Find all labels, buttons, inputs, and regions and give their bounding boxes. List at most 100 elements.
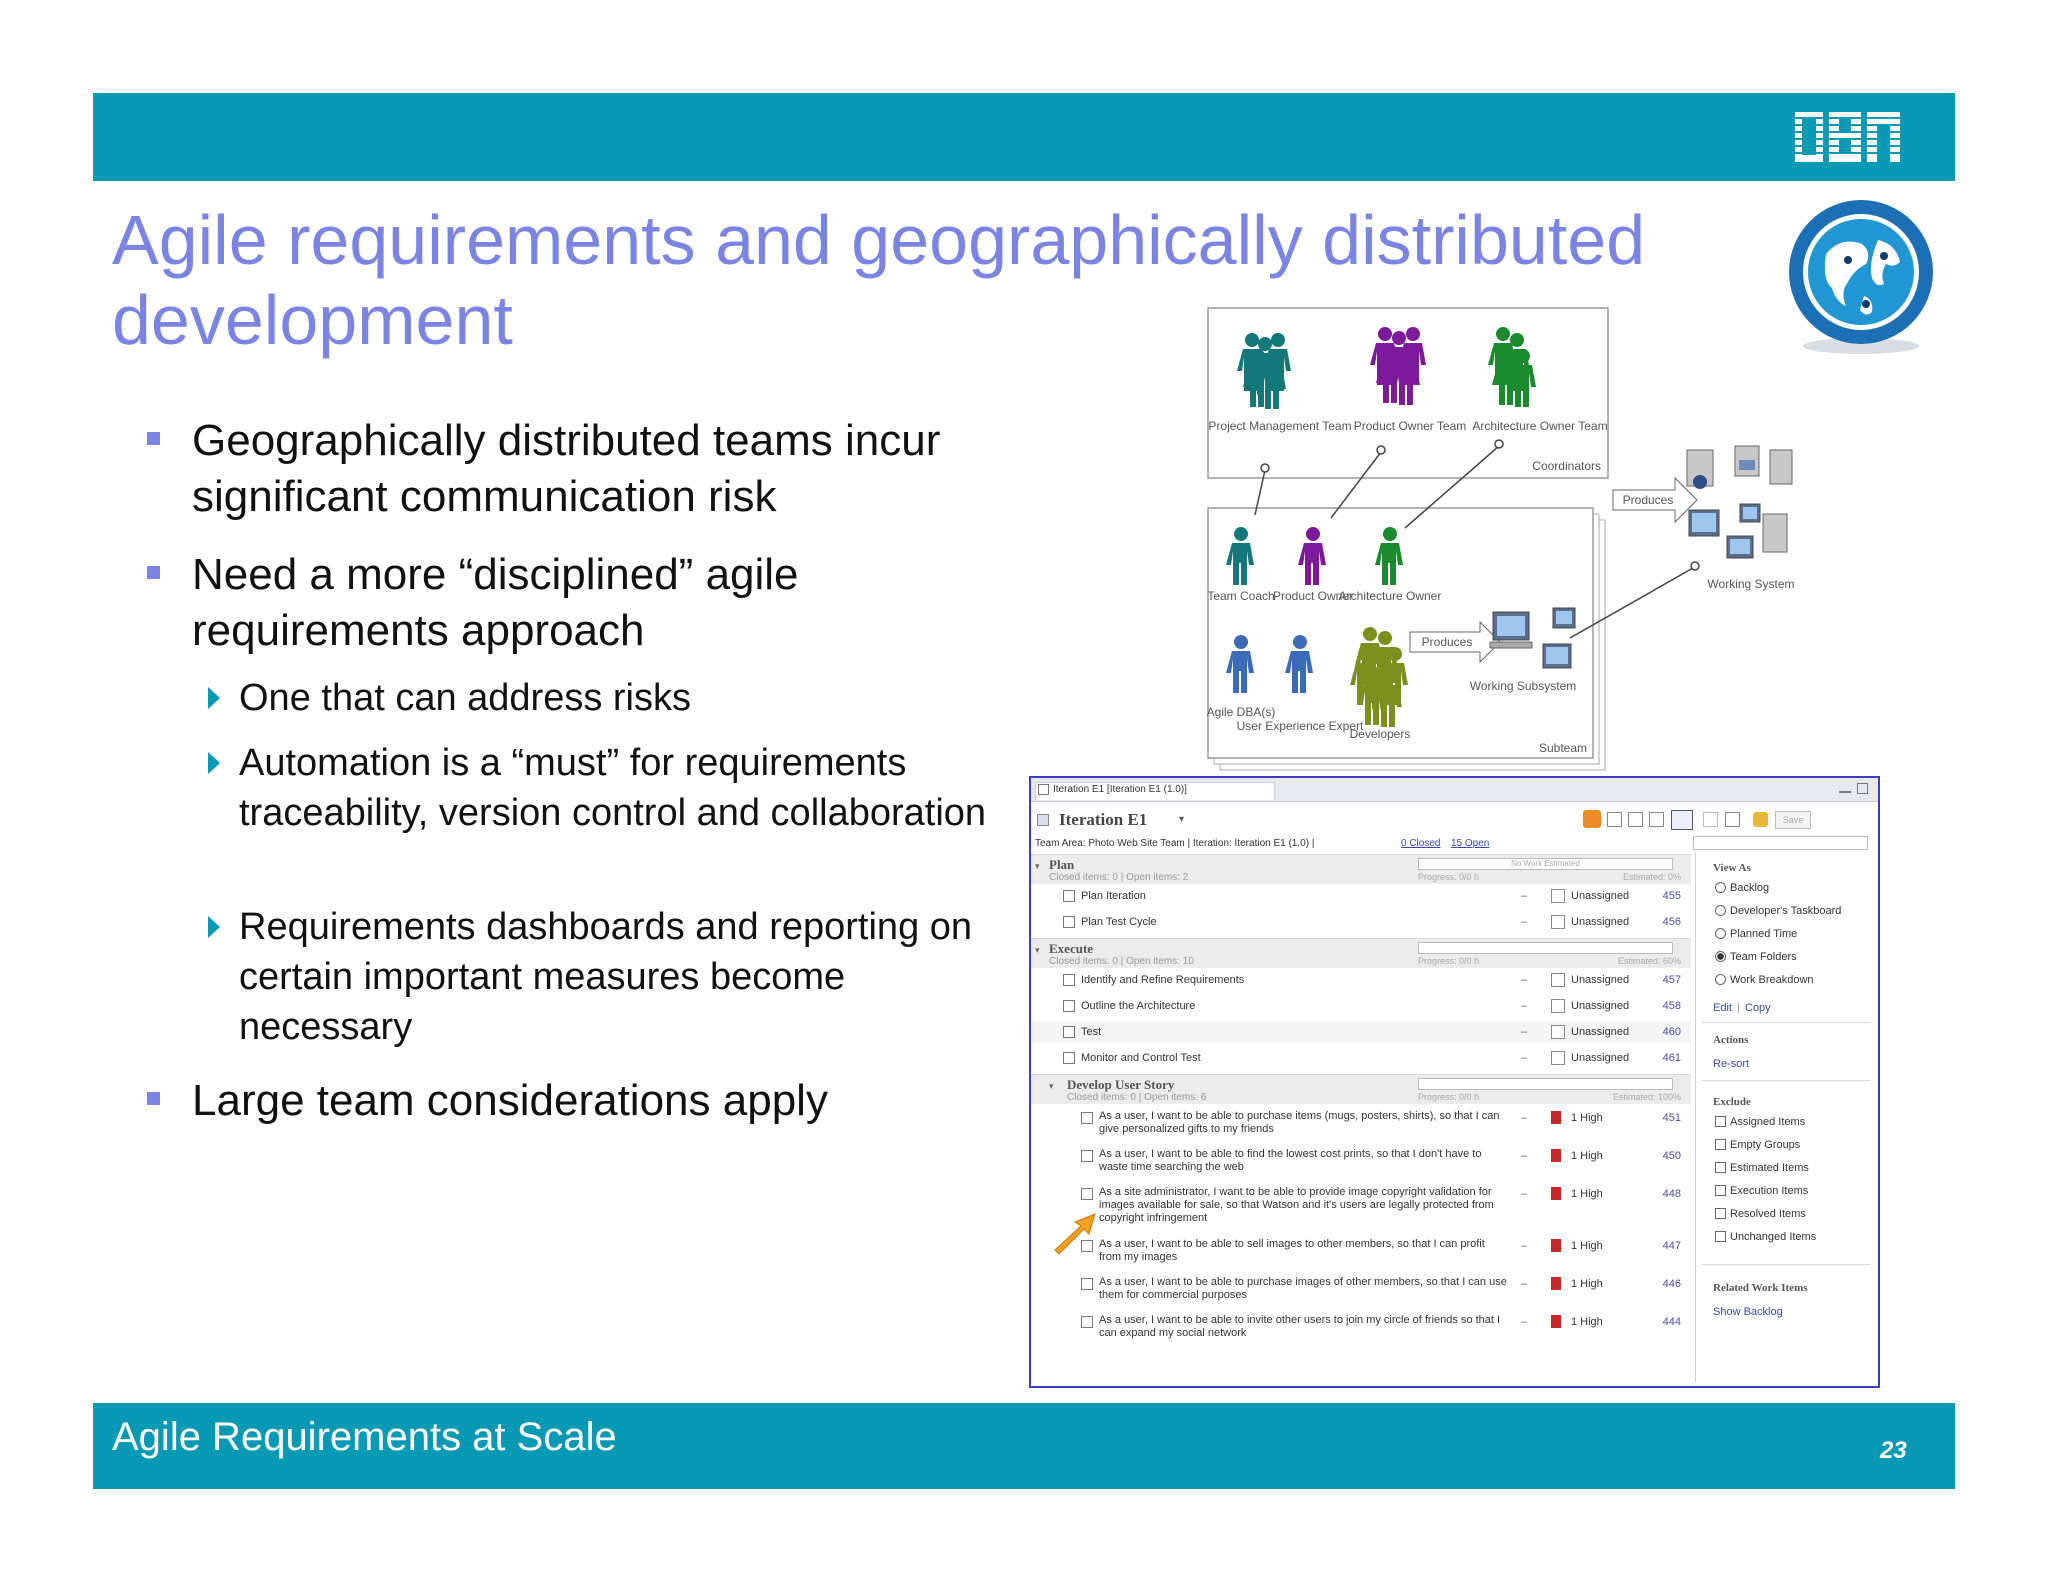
- item-summary[interactable]: Plan Test Cycle: [1081, 916, 1501, 929]
- collapse-all-icon[interactable]: [1607, 812, 1622, 827]
- item-summary[interactable]: Monitor and Control Test: [1081, 1052, 1501, 1065]
- item-summary[interactable]: As a user, I want to be able to sell ima…: [1099, 1238, 1509, 1264]
- view-option-team-folders[interactable]: Team Folders: [1715, 951, 1797, 963]
- view-option-planned-time[interactable]: Planned Time: [1715, 928, 1797, 940]
- expand-all-icon[interactable]: [1628, 812, 1643, 827]
- collapse-arrow-icon[interactable]: ▾: [1035, 945, 1040, 956]
- exclude-assigned[interactable]: Assigned Items: [1715, 1116, 1805, 1128]
- item-dash: –: [1521, 1150, 1528, 1162]
- work-item-row[interactable]: Monitor and Control Test – Unassigned 46…: [1031, 1048, 1691, 1068]
- developers-label: Developers: [1350, 727, 1411, 741]
- checkbox-icon[interactable]: [1715, 1116, 1726, 1127]
- option-label: Team Folders: [1730, 951, 1797, 963]
- edit-view-link[interactable]: Edit: [1713, 1002, 1732, 1014]
- item-dash: –: [1521, 1052, 1528, 1064]
- radio-icon[interactable]: [1715, 905, 1726, 916]
- checkbox-icon[interactable]: [1715, 1162, 1726, 1173]
- option-label: Empty Groups: [1730, 1139, 1801, 1151]
- exclude-unchanged[interactable]: Unchanged Items: [1715, 1231, 1816, 1243]
- checkbox-icon[interactable]: [1715, 1185, 1726, 1196]
- story-row[interactable]: As a user, I want to be able to sell ima…: [1031, 1236, 1691, 1272]
- minimize-icon[interactable]: [1839, 783, 1851, 793]
- team-area-info: Team Area: Photo Web Site Team | Iterati…: [1035, 838, 1315, 849]
- exclude-execution[interactable]: Execution Items: [1715, 1185, 1808, 1197]
- item-id[interactable]: 444: [1649, 1316, 1681, 1328]
- item-summary[interactable]: Identify and Refine Requirements: [1081, 974, 1501, 987]
- owner-icon: [1551, 889, 1565, 903]
- title-dropdown-icon[interactable]: ▾: [1179, 814, 1184, 825]
- bullet-marker: [147, 432, 160, 445]
- item-id[interactable]: 447: [1649, 1240, 1681, 1252]
- item-id[interactable]: 456: [1649, 916, 1681, 928]
- story-row[interactable]: As a site administrator, I want to be ab…: [1031, 1184, 1691, 1234]
- exclude-estimated[interactable]: Estimated Items: [1715, 1162, 1809, 1174]
- maximize-icon[interactable]: [1857, 783, 1868, 794]
- exclude-resolved[interactable]: Resolved Items: [1715, 1208, 1806, 1220]
- story-row[interactable]: As a user, I want to be able to find the…: [1031, 1146, 1691, 1182]
- checkbox-icon[interactable]: [1715, 1208, 1726, 1219]
- section-plan[interactable]: ▾ Plan Closed items: 0 | Open items: 2 N…: [1031, 854, 1691, 884]
- item-id[interactable]: 461: [1649, 1052, 1681, 1064]
- search-field[interactable]: [1693, 836, 1868, 850]
- work-item-row[interactable]: Plan Iteration – Unassigned 455: [1031, 886, 1691, 906]
- item-id[interactable]: 460: [1649, 1026, 1681, 1038]
- work-item-row[interactable]: Outline the Architecture – Unassigned 45…: [1031, 996, 1691, 1016]
- work-item-row[interactable]: Plan Test Cycle – Unassigned 456: [1031, 912, 1691, 932]
- checkbox-icon[interactable]: [1715, 1139, 1726, 1150]
- open-items-link[interactable]: 15 Open: [1451, 838, 1489, 849]
- refresh-icon[interactable]: [1753, 812, 1768, 827]
- edit-icon[interactable]: [1703, 812, 1718, 827]
- radio-icon[interactable]: [1715, 974, 1726, 985]
- exclude-empty-groups[interactable]: Empty Groups: [1715, 1139, 1800, 1151]
- radio-icon[interactable]: [1715, 882, 1726, 893]
- collapse-arrow-icon[interactable]: ▾: [1049, 1081, 1054, 1092]
- copy-view-link[interactable]: Copy: [1745, 1002, 1771, 1014]
- story-row[interactable]: As a user, I want to be able to invite o…: [1031, 1312, 1691, 1348]
- save-button[interactable]: Save: [1775, 811, 1811, 829]
- item-summary[interactable]: As a site administrator, I want to be ab…: [1099, 1186, 1509, 1225]
- globe-icon: [1789, 200, 1933, 354]
- item-id[interactable]: 446: [1649, 1278, 1681, 1290]
- toggle-details-icon[interactable]: [1671, 810, 1693, 830]
- checkbox-icon[interactable]: [1715, 1231, 1726, 1242]
- item-id[interactable]: 457: [1649, 974, 1681, 986]
- item-id[interactable]: 455: [1649, 890, 1681, 902]
- subbullet-address-risks: One that can address risks: [205, 673, 1005, 723]
- item-id[interactable]: 458: [1649, 1000, 1681, 1012]
- closed-items-link[interactable]: 0 Closed: [1401, 838, 1440, 849]
- work-item-row[interactable]: Test – Unassigned 460: [1031, 1022, 1691, 1042]
- item-summary[interactable]: As a user, I want to be able to purchase…: [1099, 1276, 1509, 1302]
- view-option-work-breakdown[interactable]: Work Breakdown: [1715, 974, 1814, 986]
- new-item-icon[interactable]: [1725, 812, 1740, 827]
- task-icon: [1063, 974, 1075, 986]
- item-id[interactable]: 451: [1649, 1112, 1681, 1124]
- view-option-backlog[interactable]: Backlog: [1715, 882, 1769, 894]
- plan-header-icon: [1037, 814, 1049, 826]
- story-row[interactable]: As a user, I want to be able to purchase…: [1031, 1108, 1691, 1144]
- story-row[interactable]: As a user, I want to be able to purchase…: [1031, 1274, 1691, 1310]
- radio-selected-icon[interactable]: [1715, 951, 1726, 962]
- show-backlog-link[interactable]: Show Backlog: [1713, 1306, 1783, 1318]
- section-develop-user-story[interactable]: ▾ Develop User Story Closed items: 0 | O…: [1031, 1074, 1691, 1104]
- item-summary[interactable]: Test: [1081, 1026, 1501, 1039]
- item-dash: –: [1521, 890, 1528, 902]
- item-id[interactable]: 448: [1649, 1188, 1681, 1200]
- bullet-text: Geographically distributed teams incur s…: [192, 416, 941, 521]
- rss-icon[interactable]: [1583, 810, 1601, 828]
- view-option-taskboard[interactable]: Developer's Taskboard: [1715, 905, 1841, 917]
- item-summary[interactable]: As a user, I want to be able to purchase…: [1099, 1110, 1509, 1136]
- item-summary[interactable]: Outline the Architecture: [1081, 1000, 1501, 1013]
- filter-icon[interactable]: [1649, 812, 1664, 827]
- item-summary[interactable]: As a user, I want to be able to invite o…: [1099, 1314, 1509, 1340]
- resort-link[interactable]: Re-sort: [1713, 1058, 1749, 1070]
- item-id[interactable]: 450: [1649, 1150, 1681, 1162]
- collapse-arrow-icon[interactable]: ▾: [1035, 861, 1040, 872]
- work-item-row[interactable]: Identify and Refine Requirements – Unass…: [1031, 970, 1691, 990]
- item-summary[interactable]: As a user, I want to be able to find the…: [1099, 1148, 1509, 1174]
- item-summary[interactable]: Plan Iteration: [1081, 890, 1501, 903]
- radio-icon[interactable]: [1715, 928, 1726, 939]
- item-owner: Unassigned: [1571, 1026, 1630, 1038]
- working-system-label: Working System: [1707, 577, 1794, 591]
- pointer-arrow-icon: [1054, 1213, 1096, 1255]
- section-execute[interactable]: ▾ Execute Closed items: 0 | Open items: …: [1031, 938, 1691, 968]
